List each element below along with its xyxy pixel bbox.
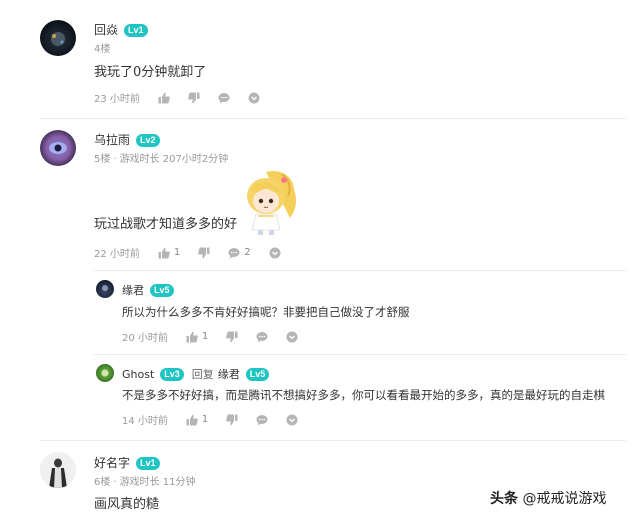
comment-item: 好名字 Lv1 6楼 · 游戏时长 11分钟 画风真的糙 xyxy=(0,0,640,524)
comment-author[interactable]: 好名字 Lv1 xyxy=(94,454,160,471)
avatar[interactable] xyxy=(40,452,76,488)
username[interactable]: 好名字 xyxy=(94,456,130,470)
watermark-handle: @戒戒说游戏 xyxy=(522,491,607,507)
comment-content: 画风真的糙 xyxy=(94,497,160,512)
level-badge: Lv1 xyxy=(136,457,160,470)
play-time: 游戏时长 11分钟 xyxy=(119,477,196,488)
watermark-prefix: 头条 xyxy=(490,491,518,507)
watermark: 头条 @戒戒说游戏 xyxy=(490,488,606,508)
comment-meta: 6楼 · 游戏时长 11分钟 xyxy=(94,477,196,488)
floor-number: 6楼 xyxy=(94,477,111,488)
